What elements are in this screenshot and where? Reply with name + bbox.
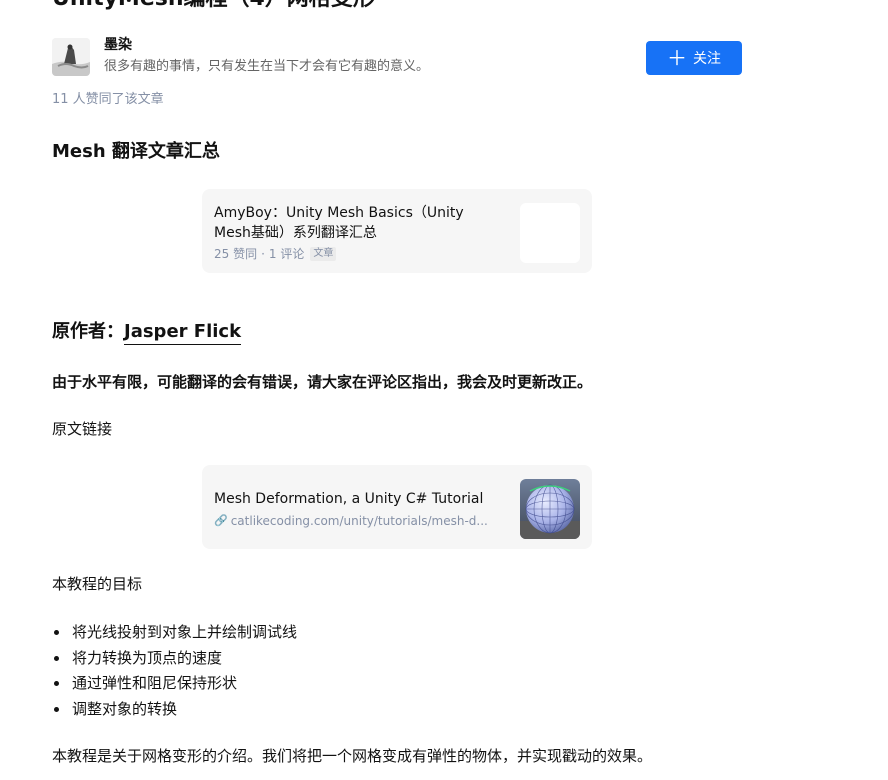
card-title: Mesh Deformation, a Unity C# Tutorial <box>214 491 484 507</box>
list-item: 调整对象的转换 <box>52 697 297 723</box>
card-url: 🔗 catlikecoding.com/unity/tutorials/mesh… <box>214 513 488 529</box>
list-item: 将光线投射到对象上并绘制调试线 <box>52 620 297 646</box>
list-item: 通过弹性和阻尼保持形状 <box>52 671 297 697</box>
source-link-card[interactable]: Mesh Deformation, a Unity C# Tutorial 🔗 … <box>202 465 592 549</box>
author-bio: 很多有趣的事情，只有发生在当下才会有它有趣的意义。 <box>104 59 430 74</box>
section-heading-mesh: Mesh 翻译文章汇总 <box>52 141 220 162</box>
author-avatar[interactable] <box>52 38 90 76</box>
card-thumbnail <box>520 479 580 539</box>
like-count[interactable]: 11 人赞同了该文章 <box>52 92 164 108</box>
tutorial-goal-label: 本教程的目标 <box>52 575 143 593</box>
author-name[interactable]: 墨染 <box>104 37 132 53</box>
card-url-text: catlikecoding.com/unity/tutorials/mesh-d… <box>230 514 488 528</box>
goal-list: 将光线投射到对象上并绘制调试线 将力转换为顶点的速度 通过弹性和阻尼保持形状 调… <box>52 620 297 722</box>
avatar-image-icon <box>52 38 90 76</box>
author-info: 墨染 很多有趣的事情，只有发生在当下才会有它有趣的意义。 ＋ 关注 <box>52 37 742 78</box>
card-title: AmyBoy：Unity Mesh Basics（Unity Mesh基础）系列… <box>214 205 464 241</box>
card-meta-separator: · <box>261 247 265 261</box>
plus-icon: ＋ <box>667 46 687 70</box>
original-author-link[interactable]: Jasper Flick <box>124 321 242 345</box>
list-item: 将力转换为顶点的速度 <box>52 646 297 672</box>
linked-article-card[interactable]: AmyBoy：Unity Mesh Basics（Unity Mesh基础）系列… <box>202 189 592 273</box>
sphere-mesh-icon <box>520 479 580 539</box>
section-heading-author: 原作者：Jasper Flick <box>52 320 242 345</box>
tutorial-intro: 本教程是关于网格变形的介绍。我们将把一个网格变成有弹性的物体，并实现戳动的效果。 <box>52 747 653 765</box>
follow-button[interactable]: ＋ 关注 <box>646 41 742 75</box>
source-link-label: 原文链接 <box>52 420 113 438</box>
translation-warning: 由于水平有限，可能翻译的会有错误，请大家在评论区指出，我会及时更新改正。 <box>52 373 593 391</box>
author-heading-prefix: 原作者： <box>52 321 124 342</box>
card-meta: 25 赞同 · 1 评论 文章 <box>214 246 337 262</box>
card-thumbnail <box>520 203 580 263</box>
article-title: UnityMesh编程（4）网格变形 <box>52 0 375 14</box>
card-likes: 25 赞同 <box>214 247 258 261</box>
card-tag: 文章 <box>310 247 337 261</box>
link-icon: 🔗 <box>214 514 228 527</box>
card-comments: 1 评论 <box>268 247 305 261</box>
follow-button-label: 关注 <box>693 51 721 67</box>
